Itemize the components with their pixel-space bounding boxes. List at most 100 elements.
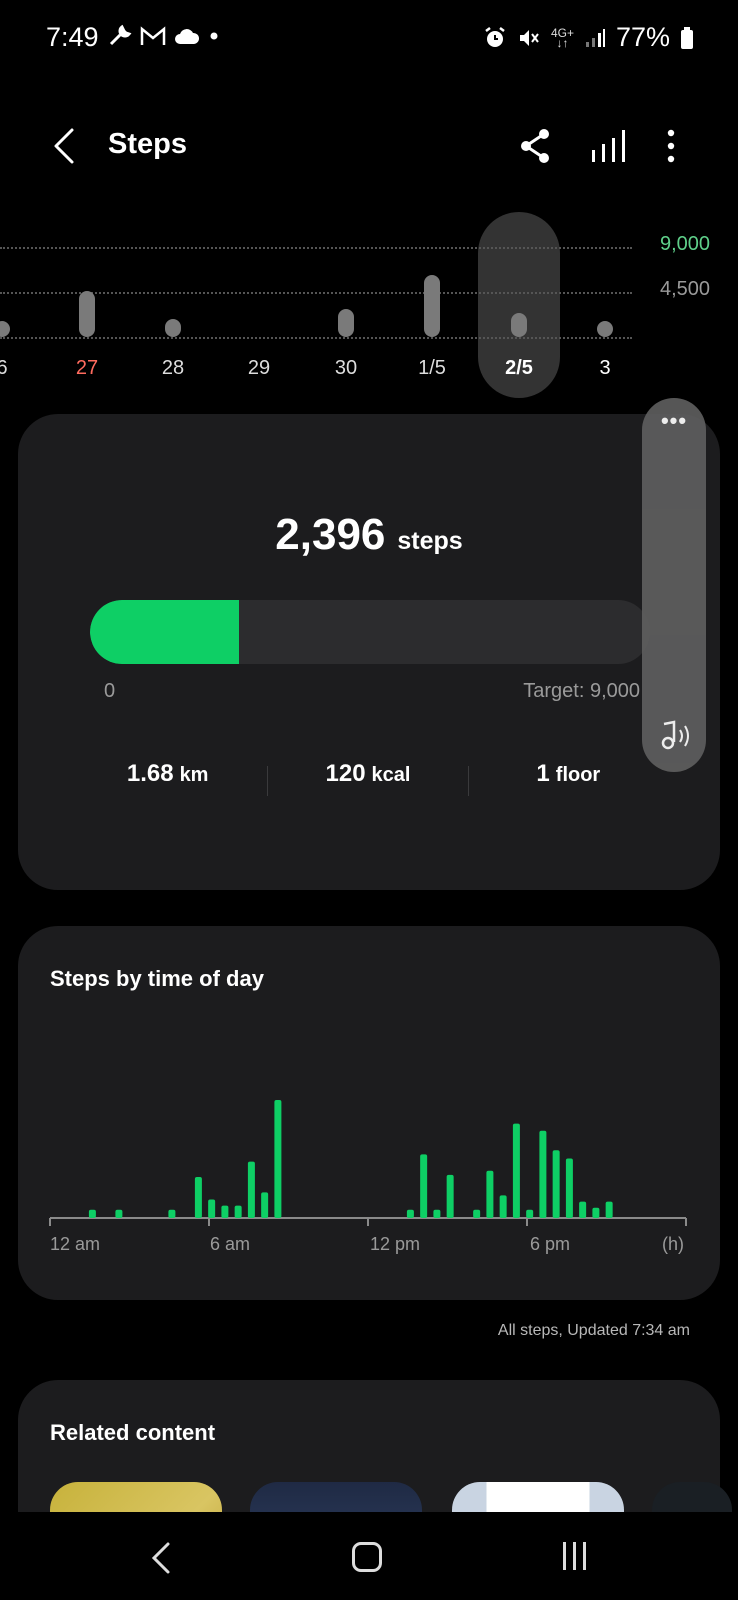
- hourly-steps-bar[interactable]: [552, 1150, 560, 1218]
- floors-stat: 1 floor: [469, 760, 668, 804]
- system-status: 4G+ ↓↑ 77%: [483, 22, 694, 53]
- network-label: 4G+: [550, 25, 574, 40]
- hourly-steps-bar[interactable]: [565, 1158, 573, 1218]
- hourly-steps-bar[interactable]: [605, 1201, 613, 1218]
- updated-note: All steps, Updated 7:34 am: [497, 1322, 690, 1339]
- steps-progress-bar: [90, 600, 650, 664]
- distance-value: 1.68: [126, 760, 174, 787]
- x-tick-12pm: 12 pm: [370, 1234, 421, 1254]
- steps-unit: steps: [397, 527, 463, 555]
- hourly-steps-bar[interactable]: [115, 1209, 123, 1218]
- axis-label-mid: 4,500: [660, 278, 711, 300]
- week-date-label[interactable]: 28: [143, 357, 203, 380]
- hourly-steps-bar[interactable]: [208, 1199, 216, 1218]
- steps-progress-fill: [90, 600, 239, 664]
- week-date-label[interactable]: 1/5: [402, 357, 462, 380]
- week-bar[interactable]: [338, 309, 354, 337]
- activity-summary: 1.68 km 120 kcal 1 floor: [68, 760, 668, 804]
- week-bar[interactable]: [424, 275, 440, 337]
- time-of-day-chart: [49, 1100, 687, 1226]
- hourly-steps-bar[interactable]: [261, 1192, 269, 1218]
- hourly-steps-bar[interactable]: [88, 1209, 96, 1218]
- week-date-label[interactable]: 2/5: [489, 357, 549, 380]
- nav-home-icon[interactable]: [352, 1542, 382, 1572]
- weekly-steps-chart[interactable]: 9,000 4,500 6 27 28 29 30 1/5 2/5 3: [0, 205, 738, 405]
- hourly-steps-bar[interactable]: [433, 1209, 441, 1218]
- hourly-steps-bar[interactable]: [406, 1209, 414, 1218]
- progress-start-label: 0: [104, 680, 116, 702]
- steps-value: 2,396: [275, 510, 386, 559]
- sound-assistant-icon[interactable]: [654, 716, 694, 756]
- week-bar[interactable]: [0, 321, 10, 337]
- related-content-title: Related content: [50, 1420, 216, 1445]
- nav-recents-icon[interactable]: [560, 1540, 590, 1572]
- x-axis-unit: (h): [662, 1234, 684, 1254]
- hourly-steps-bar[interactable]: [168, 1209, 176, 1218]
- hourly-steps-bar[interactable]: [274, 1100, 282, 1218]
- hourly-steps-bar[interactable]: [539, 1130, 547, 1218]
- axis-label-max: 9,000: [660, 233, 711, 255]
- steps-count: 2,396 steps: [18, 510, 720, 560]
- gridline-mid: [0, 292, 632, 294]
- share-icon[interactable]: [518, 128, 554, 164]
- week-date-label[interactable]: 29: [229, 357, 289, 380]
- wrench-icon: [109, 24, 132, 46]
- side-panel-menu[interactable]: •••: [642, 408, 706, 434]
- gridline-zero: [0, 337, 632, 339]
- steps-summary-card[interactable]: 2,396 steps 0 Target: 9,000 1.68 km 120 kca…: [18, 414, 720, 890]
- hourly-steps-bar[interactable]: [592, 1207, 600, 1218]
- x-tick-12am: 12 am: [50, 1234, 101, 1254]
- dot-icon: [210, 32, 218, 40]
- week-date-label[interactable]: 6: [0, 357, 32, 380]
- hourly-steps-bar[interactable]: [473, 1209, 481, 1218]
- gmail-icon: [140, 26, 166, 45]
- system-nav-bar: [0, 1512, 738, 1600]
- hourly-steps-bar[interactable]: [234, 1205, 242, 1218]
- calories-value: 120: [325, 760, 366, 787]
- calories-stat: 120 kcal: [268, 760, 467, 804]
- floors-value: 1: [536, 760, 550, 787]
- notification-icons: [108, 24, 220, 48]
- floating-side-panel[interactable]: •••: [642, 398, 706, 772]
- hourly-steps-bar[interactable]: [512, 1123, 520, 1218]
- hourly-steps-bar[interactable]: [247, 1161, 255, 1218]
- x-tick-6am: 6 am: [210, 1234, 251, 1254]
- gridline-max: [0, 247, 632, 249]
- week-date-label[interactable]: 3: [575, 357, 635, 380]
- stats-icon[interactable]: [588, 128, 628, 164]
- distance-unit: km: [179, 764, 209, 786]
- more-options-icon[interactable]: [656, 128, 686, 164]
- x-tick-6pm: 6 pm: [530, 1234, 571, 1254]
- page-title: Steps: [108, 128, 187, 160]
- week-date-label[interactable]: 30: [316, 357, 376, 380]
- hourly-steps-bar[interactable]: [420, 1154, 428, 1218]
- week-bar[interactable]: [79, 291, 95, 337]
- week-bar[interactable]: [165, 319, 181, 337]
- battery-percent: 77%: [615, 22, 670, 52]
- week-bar[interactable]: [597, 321, 613, 337]
- back-button[interactable]: [46, 126, 82, 166]
- network-type: 4G+ ↓↑: [550, 25, 574, 50]
- status-bar: 7:49 4G+ ↓↑ 77%: [0, 0, 738, 80]
- cloud-icon: [175, 29, 200, 44]
- alarm-icon: [485, 26, 505, 47]
- calories-unit: kcal: [371, 764, 411, 786]
- hourly-steps-bar[interactable]: [221, 1205, 229, 1218]
- hourly-steps-bar[interactable]: [486, 1170, 494, 1218]
- battery-icon: [681, 26, 693, 49]
- time-of-day-card[interactable]: Steps by time of day 12 am 6 am 12 pm 6 …: [18, 926, 720, 1300]
- signal-icon: [585, 28, 605, 47]
- hourly-steps-bar[interactable]: [526, 1209, 534, 1218]
- week-bar[interactable]: [511, 313, 527, 337]
- hourly-steps-bar[interactable]: [499, 1195, 507, 1218]
- status-time: 7:49: [46, 22, 99, 52]
- mute-icon: [519, 29, 539, 46]
- hourly-steps-bar[interactable]: [579, 1201, 587, 1218]
- app-header: Steps: [0, 110, 738, 180]
- hourly-steps-bar[interactable]: [194, 1176, 202, 1218]
- distance-stat: 1.68 km: [68, 760, 267, 804]
- nav-back-icon[interactable]: [148, 1540, 176, 1576]
- floors-unit: floor: [555, 764, 601, 786]
- hourly-steps-bar[interactable]: [446, 1174, 454, 1218]
- week-date-label[interactable]: 27: [57, 357, 117, 380]
